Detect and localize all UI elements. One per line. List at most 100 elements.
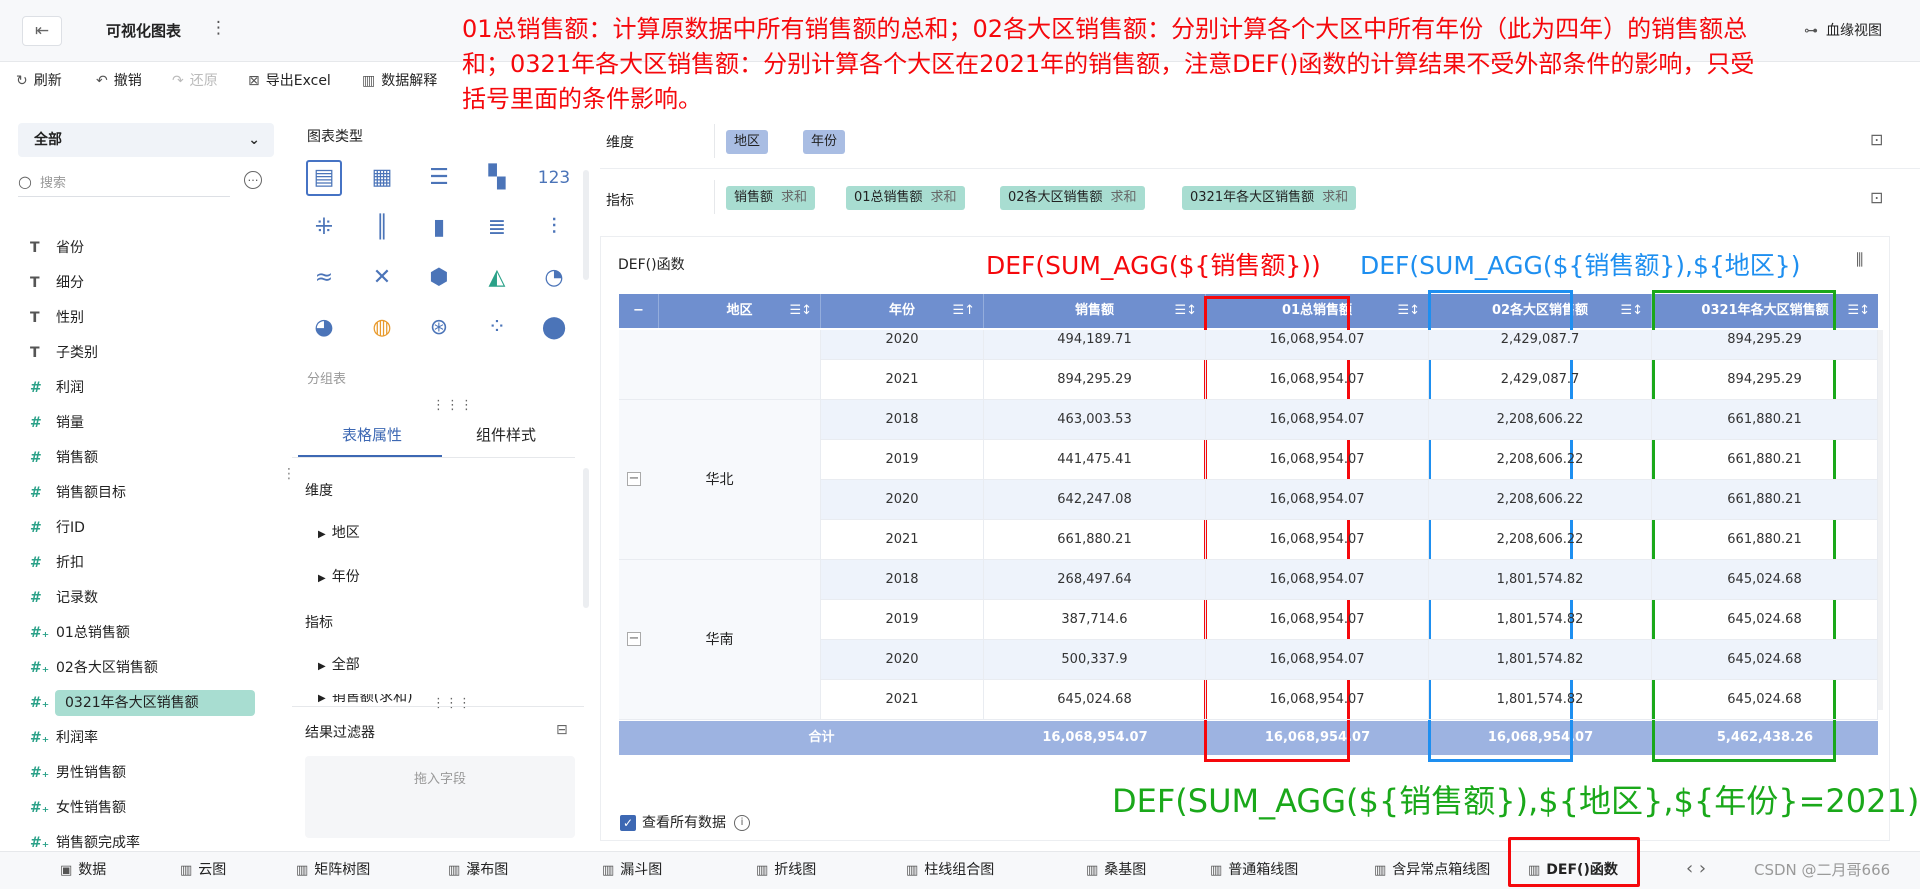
sheet-tab[interactable]: ▥ 桑基图 [1086,851,1146,889]
split-drag-handle-2[interactable]: ⋮⋮⋮ [432,696,471,711]
field-item[interactable]: # 销售额 [30,445,256,471]
tab-table-properties[interactable]: 表格属性 [342,424,402,445]
exit-icon[interactable]: ⇤ [22,16,62,46]
metric-pill-region-sales[interactable]: 02各大区销售额 求和 [1000,186,1145,210]
sheet-tab[interactable]: ▥ DEF()函数 [1528,851,1618,889]
radar-chart-icon[interactable]: ⬢ [421,260,457,296]
waterfall-chart-icon[interactable]: ⫶ [536,210,572,246]
table-scrollbar[interactable] [1878,330,1883,710]
header-region[interactable]: 地区 ☰↕ [659,294,821,328]
grouped-column-chart-icon[interactable]: ▮ [421,210,457,246]
collapse-row-icon[interactable]: − [627,632,641,646]
field-item[interactable]: # 销量 [30,410,256,436]
number-card-chart-icon[interactable]: 123 [536,160,572,196]
sort-icon[interactable]: ☰↕ [1397,294,1420,328]
shelf-lock-icon[interactable]: ⊡ [1870,130,1883,149]
sheet-tab[interactable]: ▥ 漏斗图 [602,851,662,889]
field-item[interactable]: # 记录数 [30,585,256,611]
dimension-node-year[interactable]: ▶ 年份 [318,566,360,586]
data-explain-button[interactable]: ▥ 数据解释 [362,70,437,90]
field-item[interactable]: #₊ 01总销售额 [30,620,256,646]
bar-chart-icon[interactable]: ≣ [479,210,515,246]
info-icon[interactable]: i [734,815,750,831]
pie-chart-icon[interactable]: ◕ [306,310,342,346]
field-item[interactable]: T 省份 [30,235,256,261]
cross-line-chart-icon[interactable]: ✕ [364,260,400,296]
field-item[interactable]: # 折扣 [30,550,256,576]
group-table-chart-icon[interactable]: ▤ [306,160,342,196]
field-search-input[interactable]: ○ 搜索 [18,169,230,197]
shelf-lock-icon[interactable]: ⊡ [1870,188,1883,207]
area-chart-icon[interactable]: ◭ [479,260,515,296]
sheet-tab[interactable]: ▣ 数据 [60,851,106,889]
field-item[interactable]: #₊ 男性销售额 [30,760,256,786]
field-item[interactable]: # 销售额目标 [30,480,256,506]
collapse-row-icon[interactable]: − [627,472,641,486]
field-scope-select[interactable]: 全部 ⌄ [18,123,274,157]
header-sales[interactable]: 销售额 ☰↕ [984,294,1206,328]
tab-component-style[interactable]: 组件样式 [476,424,536,445]
sort-icon[interactable]: ☰↕ [789,294,812,328]
sort-icon[interactable]: ☰↑ [952,294,975,328]
gauge-chart-icon[interactable]: ◔ [536,260,572,296]
redo-button[interactable]: ↷ 还原 [172,70,218,90]
property-scrollbar[interactable] [583,468,589,608]
lineage-icon: ⊶ [1804,23,1818,39]
field-item[interactable]: #₊ 女性销售额 [30,795,256,821]
field-item[interactable]: # 行ID [30,515,256,541]
scatter-chart-icon[interactable]: ⁘ [479,310,515,346]
field-item[interactable]: #₊ 02各大区销售额 [30,655,256,681]
dimension-pill-year[interactable]: 年份 [803,130,846,154]
metric-node-partial[interactable]: ▶ 销售额(求和) [318,694,413,704]
bubble-chart-icon[interactable]: ⬤ [536,310,572,346]
detail-table-chart-icon[interactable]: ☰ [421,160,457,196]
bar-dot-chart-icon[interactable]: ⁜ [306,210,342,246]
sheet-tab[interactable]: ▥ 云图 [180,851,226,889]
field-item[interactable]: # 利润 [30,375,256,401]
line-chart-icon[interactable]: ≈ [306,260,342,296]
rose-chart-icon[interactable]: ◍ [364,310,400,346]
sheet-tab[interactable]: ▥ 矩阵树图 [296,851,370,889]
sheet-tab[interactable]: ▥ 折线图 [756,851,816,889]
header-year[interactable]: 年份 ☰↑ [821,294,984,328]
split-drag-handle[interactable]: ⋮⋮⋮ [432,398,474,413]
more-options-icon[interactable]: … [244,171,262,189]
dimension-pill-region[interactable]: 地区 [726,130,769,154]
sort-icon[interactable]: ☰↕ [1620,294,1643,328]
sheet-tab[interactable]: ▥ 柱线组合图 [906,851,994,889]
field-item[interactable]: #₊ 利润率 [30,725,256,751]
sheet-tab[interactable]: ▥ 瀑布图 [448,851,508,889]
metric-pill-sales[interactable]: 销售额 求和 [726,186,816,210]
kpi-card-chart-icon[interactable]: ▚ [479,160,515,196]
panel-resize-handle[interactable]: ⋮ [282,466,296,482]
metric-pill-total-sales[interactable]: 01总销售额 求和 [846,186,965,210]
more-menu-icon[interactable]: ⋮ [210,18,227,38]
collapse-all-icon[interactable]: − [619,294,659,328]
sunburst-chart-icon[interactable]: ⊛ [421,310,457,346]
sheet-tab[interactable]: ▥ 普通箱线图 [1210,851,1298,889]
column-chart-icon[interactable]: ║ [364,210,400,246]
cross-table-chart-icon[interactable]: ▦ [364,160,400,196]
field-item[interactable]: T 性别 [30,305,256,331]
sheet-tab[interactable]: ▥ 含异常点箱线图 [1374,851,1490,889]
view-all-data-checkbox[interactable]: ✓ 查看所有数据 i [620,812,750,832]
field-item[interactable]: T 细分 [30,270,256,296]
metric-pill-2021-region-sales[interactable]: 0321年各大区销售额 求和 [1182,186,1357,210]
checkbox-checked-icon[interactable]: ✓ [620,815,636,831]
undo-button[interactable]: ↶ 撤销 [96,70,142,90]
filter-settings-icon[interactable]: ⊟ [556,722,568,738]
sort-icon[interactable]: ☰↕ [1174,294,1197,328]
dimension-node-region[interactable]: ▶ 地区 [318,522,360,542]
metric-node-all[interactable]: ▶ 全部 [318,654,360,674]
field-item[interactable]: #₊ 0321年各大区销售额 [30,690,255,716]
filter-drop-zone[interactable]: 拖入字段 [305,756,575,838]
chart-type-scrollbar[interactable] [583,170,589,280]
sort-icon[interactable]: ☰↕ [1847,294,1870,328]
refresh-button[interactable]: ↻ 刷新 [16,70,62,90]
column-settings-icon[interactable]: ⫼ [1856,250,1863,270]
lineage-view-button[interactable]: ⊶ 血缘视图 [1804,20,1882,40]
table-cell-region-sum: 2,208,606.22 [1429,400,1652,440]
tab-page-nav[interactable]: ‹ › [1686,858,1706,879]
field-item[interactable]: T 子类别 [30,340,256,366]
export-excel-button[interactable]: ⊠ 导出Excel [248,70,331,90]
